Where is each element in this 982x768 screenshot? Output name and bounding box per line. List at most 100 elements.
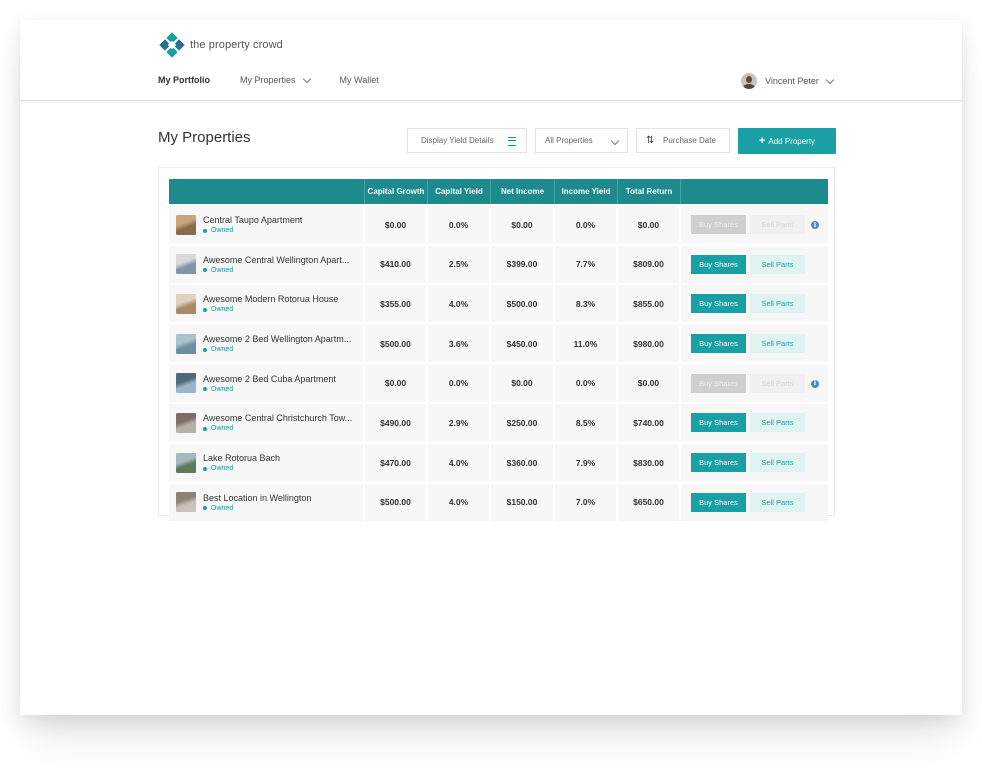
property-filter-select[interactable]: All Properties bbox=[535, 128, 628, 153]
property-cell[interactable]: Best Location in Wellington Owned bbox=[169, 483, 365, 521]
income-yield-cell: 7.7% bbox=[555, 245, 618, 283]
sell-parts-button[interactable]: Sell Parts bbox=[750, 453, 805, 473]
actions-cell: Buy Shares Sell Parts bbox=[681, 484, 828, 521]
sell-parts-button[interactable]: Sell Parts bbox=[750, 492, 805, 512]
status-dot-icon bbox=[203, 347, 207, 352]
buy-shares-button[interactable]: Buy Shares bbox=[691, 254, 746, 274]
capital-growth-cell: $500.00 bbox=[365, 325, 428, 363]
sell-parts-button[interactable]: Sell Parts bbox=[750, 373, 805, 393]
main-nav: My Portfolio My Properties My Wallet bbox=[158, 74, 409, 85]
column-header-income-yield[interactable]: Income Yield bbox=[555, 179, 618, 204]
nav-my-portfolio[interactable]: My Portfolio bbox=[158, 75, 210, 85]
total-return-cell: $855.00 bbox=[618, 285, 681, 323]
property-name[interactable]: Lake Rotorua Bach bbox=[203, 453, 280, 463]
capital-growth-cell: $410.00 bbox=[365, 245, 428, 283]
display-yield-toggle[interactable]: Display Yield Details bbox=[407, 128, 527, 153]
brand-logo[interactable]: the property crowd bbox=[159, 32, 283, 58]
status-text: Owned bbox=[211, 385, 234, 393]
net-income-cell: $0.00 bbox=[491, 364, 555, 402]
capital-growth-cell: $355.00 bbox=[365, 285, 428, 323]
property-name[interactable]: Awesome Modern Rotorua House bbox=[203, 294, 338, 304]
sell-parts-button[interactable]: Sell Parts bbox=[750, 294, 805, 314]
status-dot-icon bbox=[203, 228, 207, 233]
total-return-cell: $809.00 bbox=[618, 245, 681, 283]
info-icon[interactable]: i bbox=[811, 379, 819, 388]
property-thumbnail bbox=[176, 293, 196, 314]
capital-growth-cell: $0.00 bbox=[365, 364, 428, 402]
property-thumbnail bbox=[176, 492, 196, 513]
table-row[interactable]: Awesome Central Wellington Apart... Owned… bbox=[169, 245, 828, 283]
property-name[interactable]: Awesome 2 Bed Cuba Apartment bbox=[203, 374, 336, 384]
column-header-net-income[interactable]: Net Income bbox=[491, 179, 555, 204]
capital-yield-cell: 2.9% bbox=[428, 404, 491, 442]
buy-shares-button[interactable]: Buy Shares bbox=[691, 215, 746, 234]
buy-shares-button[interactable]: Buy Shares bbox=[691, 373, 746, 393]
property-cell[interactable]: Central Taupo Apartment Owned bbox=[169, 206, 365, 243]
total-return-cell: $830.00 bbox=[618, 444, 681, 482]
logo-icon bbox=[159, 32, 185, 58]
total-return-cell: $650.00 bbox=[618, 483, 681, 521]
total-return-cell: $740.00 bbox=[618, 404, 681, 442]
table-row[interactable]: Best Location in Wellington Owned $500.00 4… bbox=[169, 483, 828, 521]
property-name[interactable]: Awesome 2 Bed Wellington Apartm... bbox=[203, 334, 351, 344]
buy-shares-button[interactable]: Buy Shares bbox=[691, 294, 746, 314]
add-property-button[interactable]: + Add Property bbox=[738, 128, 836, 154]
sell-parts-button[interactable]: Sell Parts bbox=[750, 254, 805, 274]
table-row[interactable]: Lake Rotorua Bach Owned $470.00 4.0% $360.00… bbox=[169, 444, 828, 482]
sort-purchase-date[interactable]: ⇅ Purchase Date bbox=[636, 128, 730, 153]
property-name[interactable]: Central Taupo Apartment bbox=[203, 215, 302, 225]
property-name[interactable]: Awesome Central Christchurch Tow... bbox=[203, 413, 352, 423]
property-thumbnail bbox=[176, 452, 196, 473]
property-thumbnail bbox=[176, 333, 196, 354]
property-cell[interactable]: Lake Rotorua Bach Owned bbox=[169, 444, 365, 482]
table-row[interactable]: Awesome Modern Rotorua House Owned $355.00… bbox=[169, 285, 828, 323]
column-header bbox=[681, 179, 828, 204]
capital-growth-cell: $490.00 bbox=[365, 404, 428, 442]
net-income-cell: $360.00 bbox=[491, 444, 555, 482]
column-header-capital-growth[interactable]: Capital Growth bbox=[365, 179, 428, 204]
capital-yield-cell: 4.0% bbox=[428, 483, 491, 521]
property-cell[interactable]: Awesome 2 Bed Cuba Apartment Owned bbox=[169, 364, 365, 402]
actions-cell: Buy Shares Sell Parts bbox=[681, 325, 828, 362]
net-income-cell: $0.00 bbox=[491, 206, 555, 243]
property-name[interactable]: Best Location in Wellington bbox=[203, 493, 311, 503]
table-row[interactable]: Central Taupo Apartment Owned $0.00 0.0% $0.… bbox=[169, 206, 828, 243]
buy-shares-button[interactable]: Buy Shares bbox=[691, 492, 746, 512]
property-cell[interactable]: Awesome Central Christchurch Tow... Owned bbox=[169, 404, 365, 442]
property-info: Central Taupo Apartment Owned bbox=[203, 215, 302, 234]
actions-cell: Buy Shares Sell Parts bbox=[681, 285, 828, 322]
property-info: Awesome 2 Bed Cuba Apartment Owned bbox=[203, 374, 336, 393]
nav-my-properties[interactable]: My Properties bbox=[240, 74, 311, 85]
sell-parts-button[interactable]: Sell Parts bbox=[750, 334, 805, 354]
table-row[interactable]: Awesome 2 Bed Cuba Apartment Owned $0.00 0.… bbox=[169, 364, 828, 402]
total-return-cell: $980.00 bbox=[618, 325, 681, 363]
property-cell[interactable]: Awesome Central Wellington Apart... Owned bbox=[169, 245, 365, 283]
table-row[interactable]: Awesome Central Christchurch Tow... Owned… bbox=[169, 404, 828, 442]
info-icon[interactable]: i bbox=[811, 221, 819, 229]
sell-parts-button[interactable]: Sell Parts bbox=[750, 215, 805, 234]
net-income-cell: $150.00 bbox=[491, 483, 555, 521]
nav-my-wallet[interactable]: My Wallet bbox=[340, 75, 379, 85]
actions-cell: Buy Shares Sell Parts bbox=[681, 246, 828, 283]
column-header-capital-yield[interactable]: Capital Yield bbox=[428, 179, 491, 204]
table-header: Capital Growth Capital Yield Net Income … bbox=[169, 179, 828, 204]
status-badge: Owned bbox=[203, 425, 352, 432]
status-badge: Owned bbox=[203, 505, 311, 512]
property-name[interactable]: Awesome Central Wellington Apart... bbox=[203, 255, 349, 265]
user-menu[interactable]: Vincent Peter bbox=[741, 73, 835, 89]
buy-shares-button[interactable]: Buy Shares bbox=[691, 334, 746, 354]
nav-label: My Wallet bbox=[339, 75, 379, 85]
status-dot-icon bbox=[203, 268, 207, 273]
property-info: Awesome Modern Rotorua House Owned bbox=[203, 294, 338, 313]
table-row[interactable]: Awesome 2 Bed Wellington Apartm... Owned $… bbox=[169, 325, 828, 363]
capital-yield-cell: 0.0% bbox=[428, 364, 491, 402]
column-header-total-return[interactable]: Total Return bbox=[618, 179, 681, 204]
actions-cell: Buy Shares Sell Parts i bbox=[681, 206, 828, 243]
avatar bbox=[741, 73, 757, 89]
net-income-cell: $500.00 bbox=[491, 285, 555, 323]
buy-shares-button[interactable]: Buy Shares bbox=[691, 413, 746, 433]
sell-parts-button[interactable]: Sell Parts bbox=[750, 413, 805, 433]
property-cell[interactable]: Awesome Modern Rotorua House Owned bbox=[169, 285, 365, 323]
buy-shares-button[interactable]: Buy Shares bbox=[691, 453, 746, 473]
property-cell[interactable]: Awesome 2 Bed Wellington Apartm... Owned bbox=[169, 325, 365, 363]
